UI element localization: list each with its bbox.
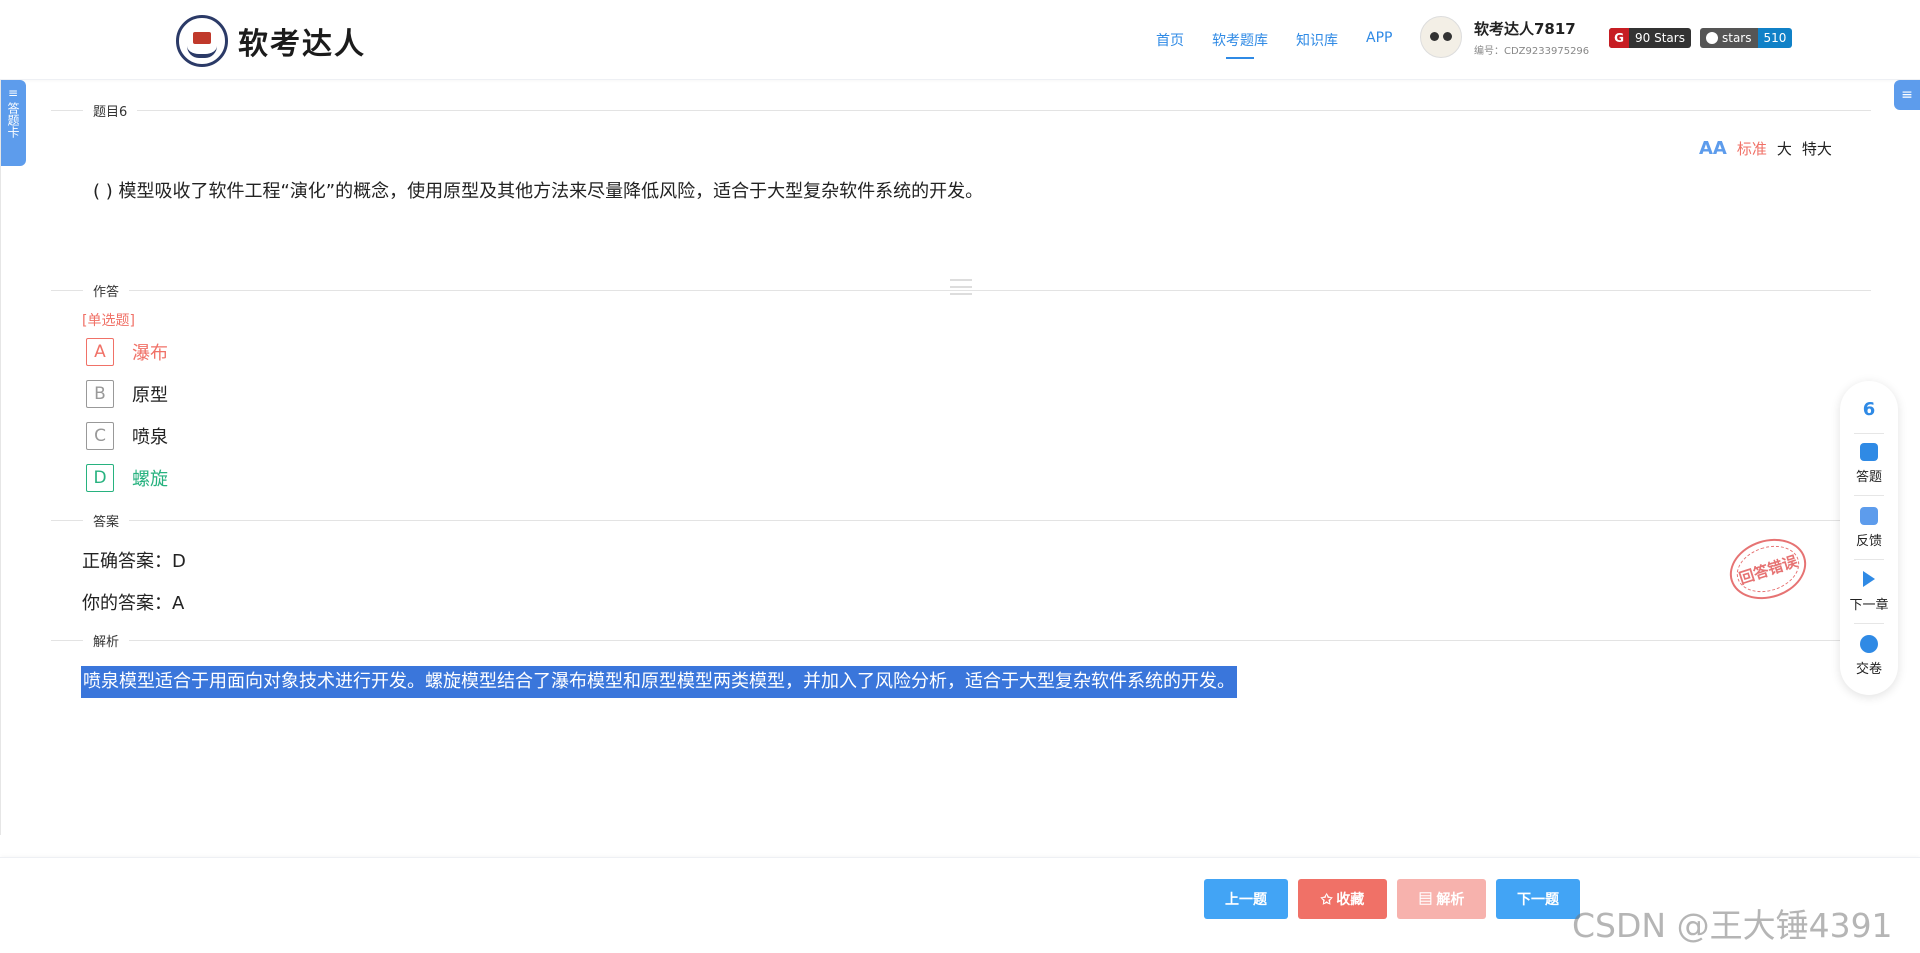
main-nav: 首页 软考题库 知识库 APP <box>1156 30 1420 59</box>
nav-home[interactable]: 首页 <box>1156 30 1184 50</box>
your-answer: 你的答案：A <box>82 593 185 614</box>
option-key: D <box>86 464 114 492</box>
gitee-stars-badge[interactable]: G 90 Stars <box>1609 28 1691 48</box>
logo-icon <box>176 15 228 67</box>
github-icon <box>1706 32 1718 44</box>
prev-question-button[interactable]: 上一题 <box>1204 879 1288 919</box>
next-chapter-icon <box>1863 571 1875 587</box>
font-size-icon: AA <box>1699 138 1727 159</box>
nav-app[interactable]: APP <box>1366 30 1392 50</box>
option-key: A <box>86 338 114 366</box>
answer-button[interactable]: 答题 <box>1840 443 1898 485</box>
nav-knowledge[interactable]: 知识库 <box>1296 30 1338 50</box>
font-large-option[interactable]: 大 <box>1777 138 1792 159</box>
analysis-text: 喷泉模型适合于用面向对象技术进行开发。螺旋模型结合了瀑布模型和原型模型两类模型，… <box>81 666 1237 698</box>
analysis-section-title: 解析 <box>83 631 130 650</box>
favorite-button[interactable]: ✩ 收藏 <box>1298 879 1387 919</box>
font-xlarge-option[interactable]: 特大 <box>1802 138 1832 159</box>
divider <box>1854 495 1884 496</box>
next-chapter-button[interactable]: 下一章 <box>1840 571 1898 613</box>
question-text: ( ) 模型吸收了软件工程“演化”的概念，使用原型及其他方法来尽量降低风险，适合… <box>93 181 984 202</box>
feedback-icon <box>1860 507 1878 525</box>
github-stars-label: stars <box>1700 28 1758 48</box>
current-question-number: 6 <box>1862 399 1876 420</box>
divider <box>51 110 1871 111</box>
submit-button[interactable]: 交卷 <box>1840 635 1898 677</box>
option-d[interactable]: D 螺旋 <box>86 464 168 492</box>
next-chapter-label: 下一章 <box>1849 598 1889 613</box>
next-question-button[interactable]: 下一题 <box>1496 879 1580 919</box>
user-profile[interactable]: 软考达人7817 编号：CDZ9233975296 <box>1420 16 1589 58</box>
watermark: CSDN @王大锤4391 <box>1572 906 1893 945</box>
user-id: 编号：CDZ9233975296 <box>1474 45 1590 57</box>
option-b[interactable]: B 原型 <box>86 380 168 408</box>
divider <box>1854 623 1884 624</box>
submit-icon <box>1860 635 1878 653</box>
divider <box>51 640 1871 641</box>
font-size-switch: AA 标准 大 特大 <box>1699 138 1832 159</box>
main-content: 题目6 AA 标准 大 特大 ( ) 模型吸收了软件工程“演化”的概念，使用原型… <box>0 80 1920 835</box>
question-section-title: 题目6 <box>83 101 138 120</box>
option-text: 瀑布 <box>132 343 168 364</box>
avatar[interactable] <box>1420 16 1462 58</box>
drag-handle[interactable] <box>950 279 972 295</box>
wrong-answer-stamp: 回答错误 <box>1721 529 1815 609</box>
answer-label: 答题 <box>1855 470 1882 485</box>
feedback-button[interactable]: 反馈 <box>1840 507 1898 549</box>
divider <box>1854 559 1884 560</box>
feedback-label: 反馈 <box>1855 534 1882 549</box>
divider <box>1854 433 1884 434</box>
github-stars-badge[interactable]: stars 510 <box>1700 28 1793 48</box>
stamp-text: 回答错误 <box>1736 551 1800 588</box>
result-section-title: 答案 <box>83 511 130 530</box>
floating-toolbar: 6 答题 反馈 下一章 交卷 <box>1840 381 1898 695</box>
font-standard-option[interactable]: 标准 <box>1737 138 1767 159</box>
option-c[interactable]: C 喷泉 <box>86 422 168 450</box>
github-stars-count: 510 <box>1757 28 1793 48</box>
header: 软考达人 首页 软考题库 知识库 APP 软考达人7817 编号：CDZ9233… <box>0 0 1920 80</box>
logo-text: 软考达人 <box>238 27 366 62</box>
nav-question-bank[interactable]: 软考题库 <box>1212 30 1268 59</box>
user-name: 软考达人7817 <box>1474 19 1576 38</box>
site-logo[interactable]: 软考达人 <box>176 15 366 67</box>
option-a[interactable]: A 瀑布 <box>86 338 168 366</box>
question-type: [单选题] <box>82 313 135 329</box>
answer-icon <box>1860 443 1878 461</box>
option-key: C <box>86 422 114 450</box>
option-text: 螺旋 <box>132 469 168 490</box>
github-label-text: stars <box>1722 31 1752 45</box>
option-text: 喷泉 <box>132 427 168 448</box>
option-text: 原型 <box>132 385 168 406</box>
gitee-stars-text: 90 Stars <box>1635 31 1685 45</box>
option-key: B <box>86 380 114 408</box>
user-info: 软考达人7817 编号：CDZ9233975296 <box>1474 18 1589 57</box>
gitee-icon: G <box>1609 28 1629 48</box>
submit-label: 交卷 <box>1855 662 1882 677</box>
analysis-button[interactable]: ▤ 解析 <box>1397 879 1486 919</box>
divider <box>51 520 1871 521</box>
answer-section-title: 作答 <box>83 281 130 300</box>
correct-answer: 正确答案：D <box>82 551 186 572</box>
